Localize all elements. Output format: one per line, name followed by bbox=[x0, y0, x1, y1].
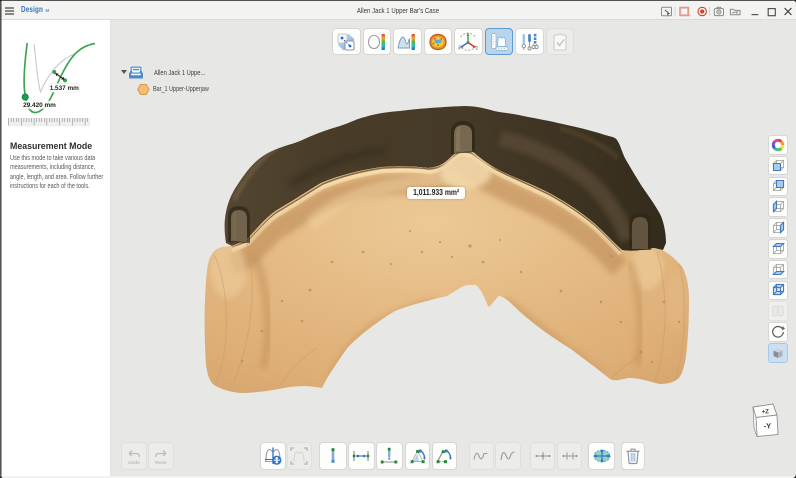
svg-text:Z: Z bbox=[476, 45, 479, 50]
svg-text:Redo: Redo bbox=[155, 460, 167, 465]
svg-text:-Y: -Y bbox=[764, 421, 772, 430]
svg-text:X: X bbox=[458, 45, 461, 50]
svg-text:29.420 mm: 29.420 mm bbox=[23, 102, 56, 109]
svg-text:Undo: Undo bbox=[128, 460, 140, 465]
svg-text:Y: Y bbox=[467, 31, 470, 36]
svg-text:1.537 mm: 1.537 mm bbox=[50, 85, 79, 92]
svg-text:+Z: +Z bbox=[762, 409, 770, 416]
